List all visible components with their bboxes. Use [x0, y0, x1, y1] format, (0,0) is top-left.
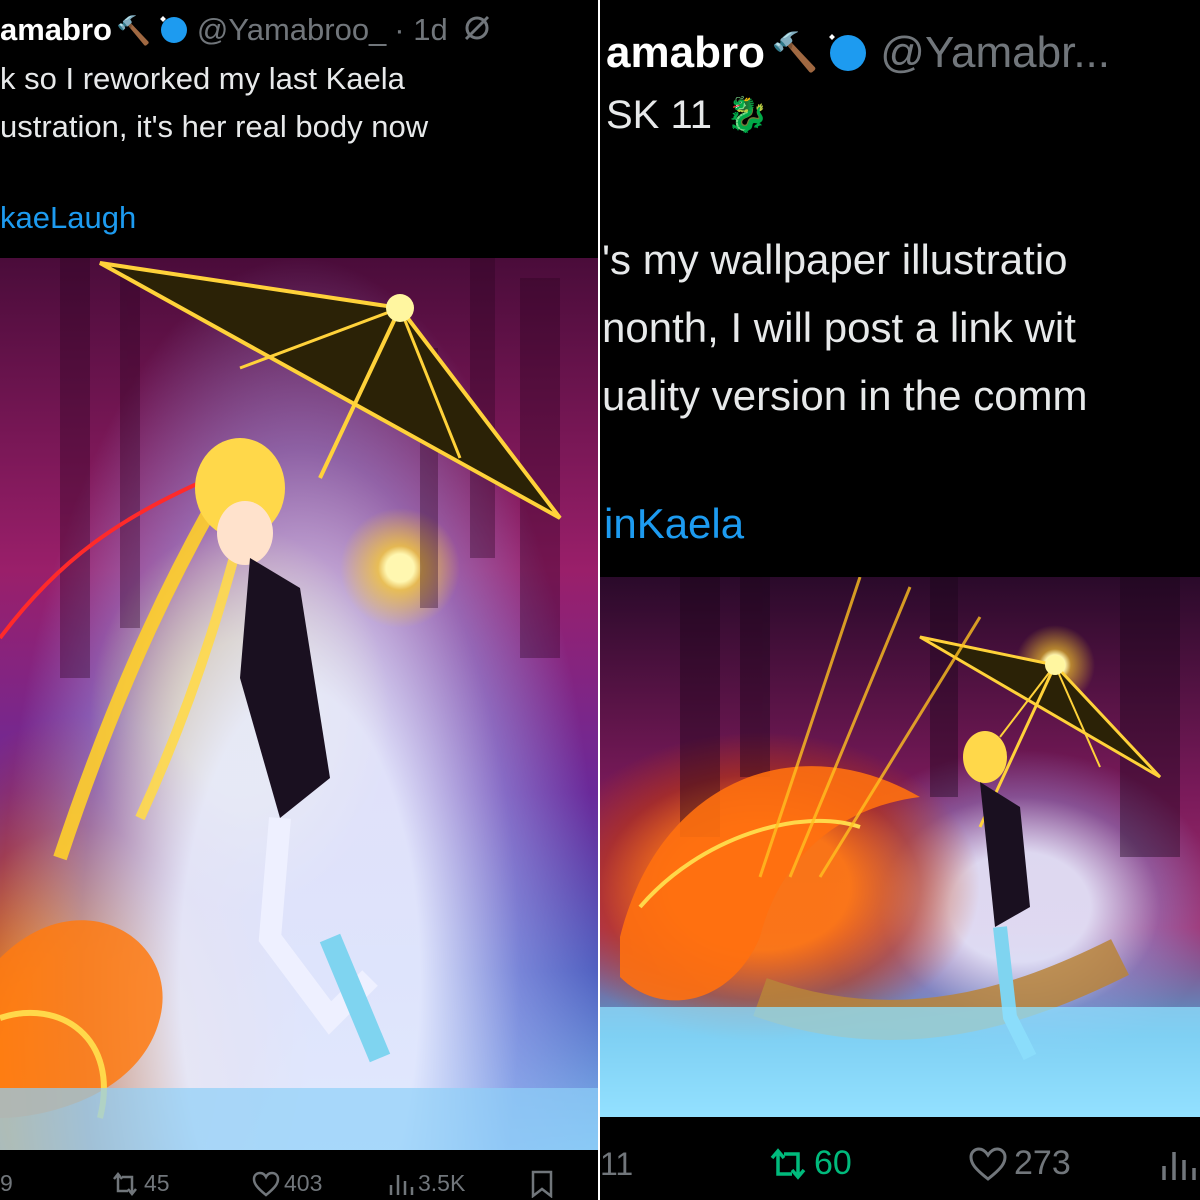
like-icon	[252, 1171, 280, 1197]
reply-button[interactable]: 9	[0, 1170, 13, 1197]
right-post-panel: amabro 🔨 @Yamabr... SK 11 🐉 's my wallpa…	[600, 0, 1200, 1200]
author-handle[interactable]: @Yamabroo_	[197, 12, 386, 48]
action-bar: 11 60 273	[600, 1140, 1200, 1190]
post-text-line: uality version in the comm	[602, 372, 1088, 419]
post-text-line: nonth, I will post a link wit	[602, 304, 1076, 351]
hashtag-link[interactable]: kaeLaugh	[0, 200, 136, 236]
post-time: · 1d	[394, 12, 448, 47]
like-count: 403	[284, 1170, 323, 1196]
like-icon	[969, 1146, 1007, 1181]
left-post-panel: amabro 🔨 @Yamabroo_ · 1d k so I reworked…	[0, 0, 600, 1200]
views-button[interactable]	[1160, 1146, 1196, 1182]
repost-icon	[113, 1171, 137, 1196]
repost-button[interactable]: 45	[110, 1170, 170, 1197]
author-handle[interactable]: @Yamabr...	[880, 28, 1110, 78]
post-text: 's my wallpaper illustratio nonth, I wil…	[602, 226, 1088, 430]
post-illustration[interactable]	[600, 577, 1200, 1117]
verified-badge-icon	[160, 17, 187, 43]
views-count: 3.5K	[418, 1170, 466, 1196]
bookmark-button[interactable]	[530, 1170, 554, 1198]
author-name[interactable]: amabro	[0, 12, 112, 48]
views-icon	[389, 1174, 414, 1195]
subtitle-text: SK 11	[606, 92, 712, 137]
action-bar: 9 45 403 3.5K	[0, 1170, 600, 1200]
dragon-emoji: 🐉	[726, 96, 769, 134]
verified-badge-icon	[830, 35, 867, 71]
illustration-drawing	[600, 577, 1200, 1117]
post-subtitle: SK 11 🐉	[606, 90, 768, 140]
like-count: 273	[1014, 1144, 1071, 1182]
post-illustration[interactable]	[0, 258, 600, 1150]
repost-button[interactable]: 60	[766, 1144, 852, 1183]
post-text: k so I reworked my last Kaela ustration,…	[0, 55, 428, 151]
hammer-emoji: 🔨	[770, 32, 819, 74]
bookmark-icon	[531, 1170, 553, 1198]
post-text-line: ustration, it's her real body now	[0, 109, 429, 144]
reply-button[interactable]: 11	[600, 1146, 633, 1183]
repost-count: 45	[144, 1170, 170, 1196]
author-name[interactable]: amabro	[606, 28, 765, 78]
post-header: amabro 🔨 @Yamabr...	[606, 28, 1110, 78]
like-button[interactable]: 273	[968, 1144, 1071, 1183]
hashtag-link[interactable]: inKaela	[604, 500, 744, 548]
reply-count: 11	[600, 1146, 634, 1182]
post-text-line: k so I reworked my last Kaela	[0, 61, 405, 96]
mute-icon[interactable]	[462, 13, 492, 48]
post-text-line: 's my wallpaper illustratio	[602, 236, 1068, 283]
views-icon	[1162, 1152, 1196, 1180]
views-button[interactable]: 3.5K	[388, 1170, 465, 1197]
post-header: amabro 🔨 @Yamabroo_ · 1d	[0, 10, 492, 50]
illustration-drawing	[0, 258, 600, 1150]
like-button[interactable]: 403	[252, 1170, 322, 1197]
repost-icon	[770, 1147, 806, 1180]
hammer-emoji: 🔨	[115, 14, 151, 46]
reply-count: 9	[0, 1170, 13, 1196]
repost-count: 60	[814, 1144, 852, 1182]
